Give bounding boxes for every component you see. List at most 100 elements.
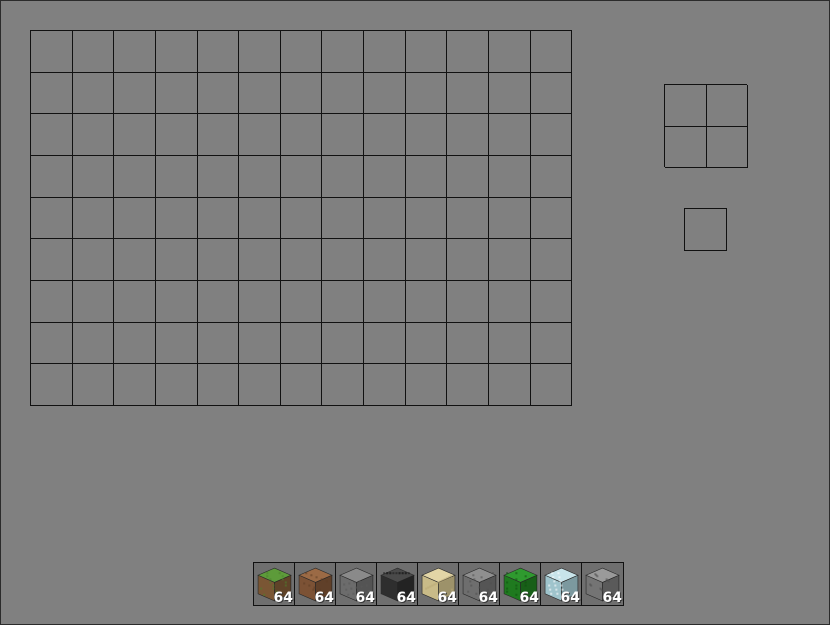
- inventory-slot[interactable]: [530, 364, 573, 406]
- inventory-slot[interactable]: [72, 72, 115, 115]
- inventory-slot[interactable]: [405, 280, 448, 323]
- hotbar-slot[interactable]: 64: [418, 563, 459, 606]
- inventory-slot[interactable]: [155, 322, 198, 365]
- inventory-slot[interactable]: [155, 197, 198, 240]
- inventory-slot[interactable]: [489, 239, 531, 281]
- inventory-slot[interactable]: [322, 239, 365, 281]
- inventory-slot[interactable]: [489, 155, 531, 198]
- inventory-slot[interactable]: [405, 31, 448, 73]
- inventory-slot[interactable]: [31, 322, 73, 365]
- inventory-slot[interactable]: [114, 322, 156, 365]
- inventory-slot[interactable]: [155, 239, 198, 281]
- inventory-slot[interactable]: [114, 197, 156, 240]
- inventory-slot[interactable]: [322, 114, 365, 156]
- inventory-slot[interactable]: [447, 72, 490, 115]
- inventory-slot[interactable]: [239, 239, 281, 281]
- inventory-slot[interactable]: [155, 114, 198, 156]
- inventory-slot[interactable]: [239, 322, 281, 365]
- inventory-slot[interactable]: [447, 364, 490, 406]
- inventory-slot[interactable]: [405, 364, 448, 406]
- inventory-slot[interactable]: [280, 155, 323, 198]
- inventory-slot[interactable]: [447, 114, 490, 156]
- inventory-slot[interactable]: [72, 322, 115, 365]
- inventory-slot[interactable]: [364, 239, 406, 281]
- inventory-slot[interactable]: [197, 197, 240, 240]
- inventory-slot[interactable]: [31, 364, 73, 406]
- inventory-slot[interactable]: [72, 31, 115, 73]
- inventory-slot[interactable]: [322, 280, 365, 323]
- hotbar-slot[interactable]: 64: [582, 563, 623, 606]
- inventory-slot[interactable]: [72, 114, 115, 156]
- inventory-slot[interactable]: [530, 322, 573, 365]
- inventory-slot[interactable]: [447, 155, 490, 198]
- inventory-slot[interactable]: [239, 114, 281, 156]
- inventory-slot[interactable]: [405, 72, 448, 115]
- crafting-slot[interactable]: [706, 126, 748, 168]
- inventory-slot[interactable]: [489, 197, 531, 240]
- inventory-slot[interactable]: [322, 72, 365, 115]
- inventory-slot[interactable]: [322, 197, 365, 240]
- hotbar-slot[interactable]: 64: [459, 563, 500, 606]
- inventory-slot[interactable]: [197, 364, 240, 406]
- inventory-slot[interactable]: [530, 31, 573, 73]
- inventory-slot[interactable]: [114, 280, 156, 323]
- inventory-slot[interactable]: [364, 155, 406, 198]
- inventory-slot[interactable]: [364, 197, 406, 240]
- inventory-slot[interactable]: [239, 197, 281, 240]
- inventory-slot[interactable]: [197, 322, 240, 365]
- inventory-slot[interactable]: [530, 280, 573, 323]
- inventory-slot[interactable]: [280, 280, 323, 323]
- inventory-slot[interactable]: [239, 280, 281, 323]
- hotbar-slot[interactable]: 64: [500, 563, 541, 606]
- inventory-slot[interactable]: [364, 280, 406, 323]
- inventory-slot[interactable]: [155, 31, 198, 73]
- inventory-slot[interactable]: [72, 197, 115, 240]
- inventory-slot[interactable]: [114, 155, 156, 198]
- inventory-slot[interactable]: [280, 114, 323, 156]
- inventory-slot[interactable]: [239, 364, 281, 406]
- inventory-slot[interactable]: [447, 197, 490, 240]
- inventory-slot[interactable]: [31, 280, 73, 323]
- inventory-slot[interactable]: [364, 364, 406, 406]
- inventory-slot[interactable]: [530, 155, 573, 198]
- inventory-slot[interactable]: [489, 364, 531, 406]
- inventory-slot[interactable]: [322, 364, 365, 406]
- inventory-slot[interactable]: [447, 322, 490, 365]
- inventory-slot[interactable]: [280, 239, 323, 281]
- inventory-slot[interactable]: [447, 280, 490, 323]
- inventory-slot[interactable]: [197, 239, 240, 281]
- inventory-slot[interactable]: [31, 155, 73, 198]
- inventory-slot[interactable]: [31, 31, 73, 73]
- inventory-slot[interactable]: [405, 114, 448, 156]
- inventory-slot[interactable]: [31, 239, 73, 281]
- hotbar-slot[interactable]: 64: [336, 563, 377, 606]
- inventory-slot[interactable]: [322, 31, 365, 73]
- inventory-slot[interactable]: [155, 155, 198, 198]
- crafting-slot[interactable]: [706, 85, 748, 127]
- inventory-slot[interactable]: [489, 114, 531, 156]
- inventory-slot[interactable]: [489, 322, 531, 365]
- crafting-output-slot[interactable]: [684, 208, 727, 251]
- inventory-slot[interactable]: [239, 31, 281, 73]
- inventory-slot[interactable]: [155, 364, 198, 406]
- inventory-slot[interactable]: [364, 72, 406, 115]
- inventory-slot[interactable]: [489, 31, 531, 73]
- inventory-slot[interactable]: [530, 114, 573, 156]
- inventory-slot[interactable]: [155, 72, 198, 115]
- inventory-slot[interactable]: [31, 114, 73, 156]
- inventory-slot[interactable]: [405, 322, 448, 365]
- inventory-slot[interactable]: [280, 72, 323, 115]
- inventory-slot[interactable]: [72, 155, 115, 198]
- inventory-slot[interactable]: [530, 72, 573, 115]
- inventory-slot[interactable]: [197, 280, 240, 323]
- inventory-slot[interactable]: [72, 280, 115, 323]
- inventory-slot[interactable]: [405, 239, 448, 281]
- inventory-slot[interactable]: [31, 72, 73, 115]
- inventory-slot[interactable]: [280, 31, 323, 73]
- inventory-slot[interactable]: [72, 364, 115, 406]
- inventory-slot[interactable]: [114, 239, 156, 281]
- inventory-slot[interactable]: [114, 72, 156, 115]
- inventory-slot[interactable]: [364, 322, 406, 365]
- inventory-slot[interactable]: [405, 155, 448, 198]
- hotbar-slot[interactable]: 64: [254, 563, 295, 606]
